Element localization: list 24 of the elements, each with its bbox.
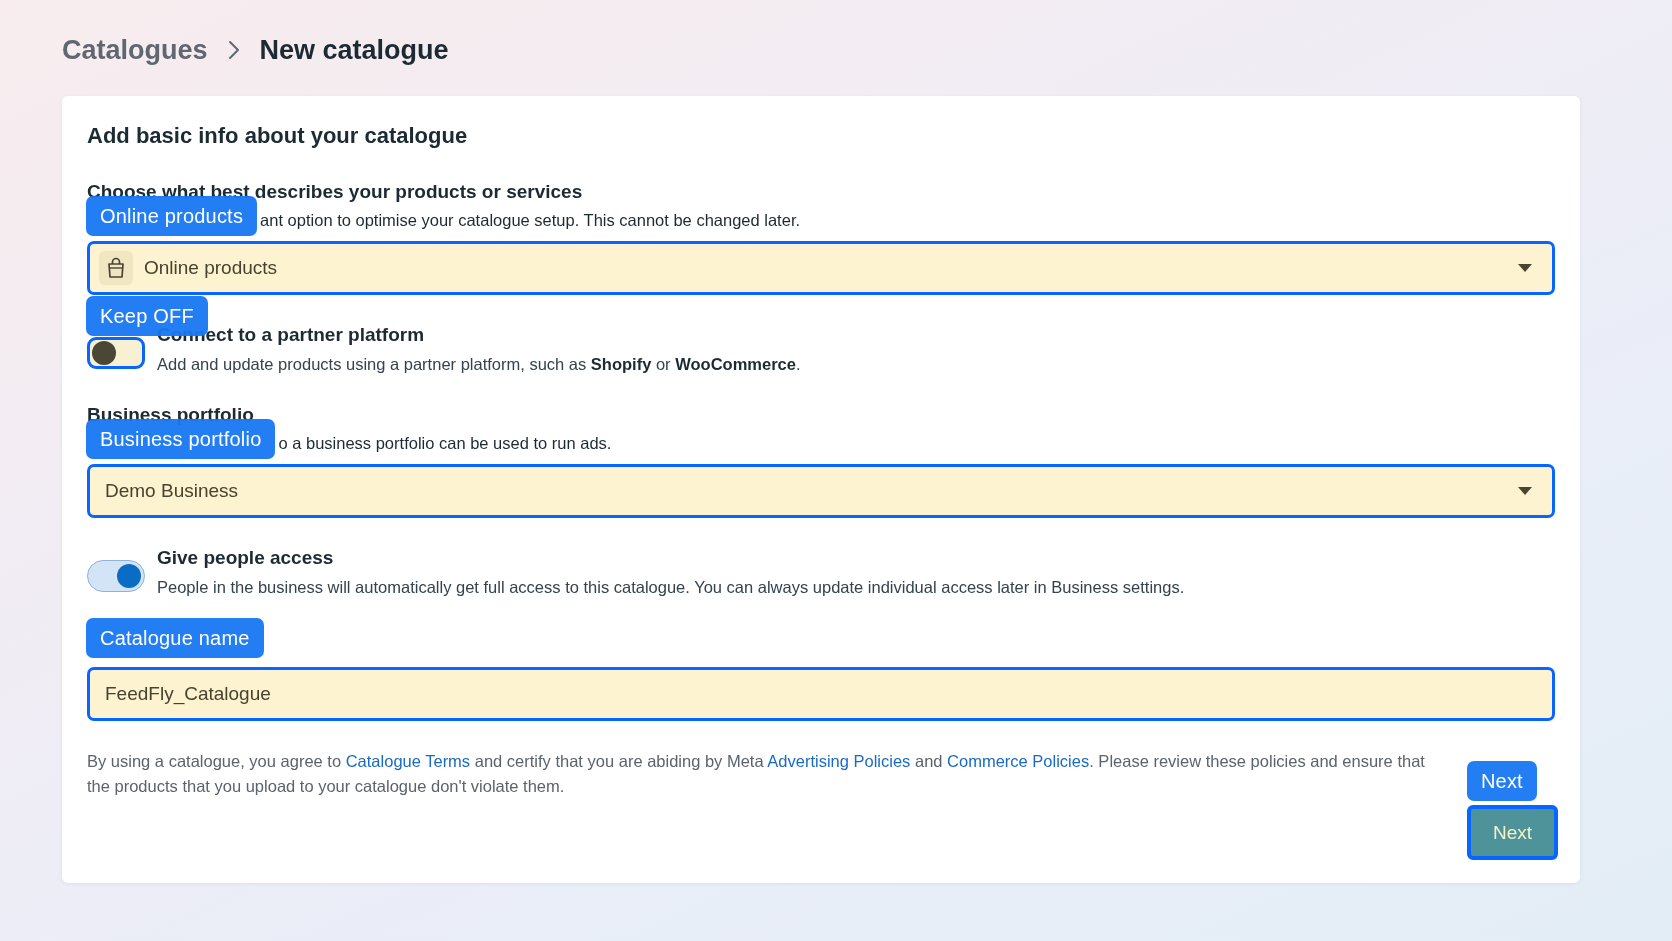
link[interactable]: Commerce Policies (947, 752, 1090, 770)
caret-down-icon (1518, 487, 1532, 495)
toggle-description: People in the business will automatically get full access to this catalogue. You can always update individual access later in Business settings. (157, 577, 1185, 598)
legal-text: By using a catalogue, you agree to Catalogue Terms and certify that you are abiding by Meta Advertising Policies and Commerce Policies. Please review these policies and ensure that the products that you upload to your catalogue don't violate them. (87, 751, 1426, 797)
next-button[interactable]: Next (1466, 805, 1558, 860)
field-hint: ant option to optimise your catalogue setup. This cannot be changed later. (260, 210, 801, 231)
link[interactable]: Catalogue Terms (345, 752, 471, 770)
annotation-tag: Next (1466, 761, 1537, 801)
dropdown[interactable]: Online products (87, 241, 1555, 295)
annotation-tag: Catalogue name (86, 618, 264, 658)
breadcrumb-link[interactable]: Catalogues (62, 33, 208, 67)
toggle-label: Give people access (157, 546, 335, 570)
input-field[interactable]: FeedFly_Catalogue (87, 667, 1555, 721)
field-hint: o a business portfolio can be used to run ads. (278, 433, 612, 454)
dropdown[interactable]: Demo Business (87, 464, 1555, 518)
toggle-description: Add and update products using a partner platform, such as Shopify or WooCommerce. (157, 354, 801, 375)
chevron-right-icon (227, 40, 240, 60)
link[interactable]: Advertising Policies (767, 752, 911, 770)
toggle-switch[interactable] (87, 337, 145, 369)
caret-down-icon (1518, 264, 1532, 272)
breadcrumb-current: New catalogue (259, 34, 449, 67)
card-title: Add basic info about your catalogue (87, 122, 469, 150)
toggle-switch[interactable] (87, 560, 145, 592)
shopping-bag-icon (99, 251, 133, 285)
